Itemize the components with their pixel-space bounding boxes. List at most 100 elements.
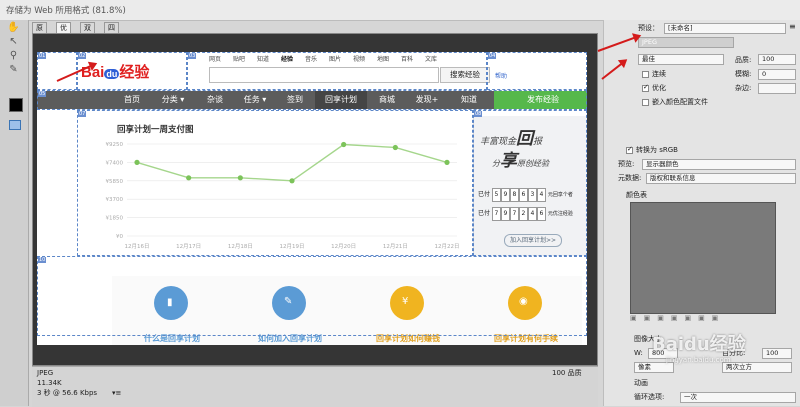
digit: 4 (527, 207, 537, 221)
x-tick-label: 12月20日 (331, 243, 356, 250)
top-link-video[interactable]: 视频 (353, 54, 365, 63)
srgb-checkbox[interactable] (626, 145, 633, 154)
info-size: 11.34K (37, 379, 62, 387)
top-link-music[interactable]: 音乐 (305, 54, 317, 63)
tab-optimized[interactable]: 优化 (56, 22, 71, 42)
data-point (134, 159, 140, 165)
stats-row1-suffix: 元回享个者 (547, 192, 573, 198)
y-tick-label: ¥7400 (106, 160, 124, 166)
loop-label: 循环选项: (634, 393, 665, 401)
info-menu-icon[interactable]: ▾≡ (112, 388, 121, 398)
help-link[interactable]: 帮助 (495, 71, 507, 80)
nav-zhidao[interactable]: 知道 (449, 91, 489, 109)
quality-preset-select[interactable]: 最佳 (638, 54, 724, 65)
step-label-earn[interactable]: 回享计划如何赚钱 (348, 333, 468, 344)
nav-mall[interactable]: 商城 (369, 91, 405, 109)
tab-original[interactable]: 原稿 (32, 22, 47, 42)
line-chart: ¥9250 ¥7400 ¥5850 ¥3700 ¥1850 ¥012月16日 12月17日 1… (106, 141, 460, 250)
digit: 8 (509, 188, 519, 202)
blur-input[interactable]: 0 (758, 69, 796, 80)
top-link-web[interactable]: 网页 (209, 54, 221, 63)
x-tick-label: 12月21日 (383, 243, 408, 250)
step-label-what[interactable]: 什么是回享计划 (112, 333, 232, 344)
format-select[interactable]: JPEG (638, 37, 734, 48)
data-point (392, 144, 398, 151)
color-table-tools[interactable]: ▣▣▣▣▣▣▣ (630, 314, 774, 324)
nav-signin[interactable]: 签到 (277, 91, 313, 109)
preset-select[interactable]: [未命名] (664, 23, 786, 34)
top-link-tieba[interactable]: 贴吧 (233, 54, 245, 63)
main-nav: 首页 分类 ▾ 杂谈 任务 ▾ 签到 回享计划 商城 发现+ 知道 发布经验 (37, 91, 587, 109)
eyedropper-color-swatch[interactable] (9, 98, 23, 112)
image-info-bar: JPEG 11.34K 3 秒 @ 56.6 Kbps ▾≡ 100 品质 (32, 366, 598, 407)
preview-label: 预览: (618, 160, 635, 168)
nav-share-plan[interactable]: 回享计划 (315, 91, 367, 109)
x-tick-label: 12月16日 (125, 243, 150, 250)
banner-big2: 享 (500, 151, 517, 171)
slice-select-tool-icon[interactable]: ↖ (7, 36, 20, 47)
top-link-jingyan[interactable]: 经验 (281, 54, 293, 63)
top-link-wenku[interactable]: 文库 (425, 54, 437, 63)
steps-row: ▮ ✎ ¥ ◉ 什么是回享计划 如何加入回享计划 回享计划如何赚钱 回享计划有何… (112, 276, 582, 345)
quality-label: 品质: (735, 56, 752, 64)
data-point (289, 178, 295, 184)
top-link-image[interactable]: 图片 (329, 54, 341, 63)
y-tick-label: ¥5850 (106, 179, 124, 185)
step-label-fees[interactable]: 回享计划有何手续 (466, 333, 586, 344)
digit: 2 (518, 207, 528, 221)
top-link-baike[interactable]: 百科 (401, 54, 413, 63)
blur-label: 模糊: (735, 70, 752, 78)
watermark-url: jingyan.baidu.com (666, 356, 731, 364)
join-plan-button[interactable]: 加入回享计划>> (504, 234, 562, 247)
data-point (341, 141, 347, 148)
nav-home[interactable]: 首页 (115, 91, 149, 109)
toggle-slices-icon[interactable] (9, 120, 21, 130)
nav-talk[interactable]: 杂谈 (197, 91, 233, 109)
top-link-zhidao[interactable]: 知道 (257, 54, 269, 63)
tab-4up[interactable]: 四联 (104, 22, 119, 42)
matte-select[interactable] (758, 83, 796, 94)
stats-row1-label: 已付 (478, 191, 491, 198)
srgb-label: 转换为 sRGB (636, 146, 678, 154)
nav-discover[interactable]: 发现+ (407, 91, 447, 109)
hand-tool-icon[interactable]: ✋ (7, 22, 20, 33)
edit-glyph: ✎ (284, 296, 293, 307)
search-button[interactable]: 搜索经验 (440, 67, 490, 83)
digit: 7 (491, 207, 501, 221)
embed-profile-label: 嵌入颜色配置文件 (652, 98, 708, 106)
color-table[interactable] (630, 202, 776, 314)
nav-task[interactable]: 任务 ▾ (235, 91, 275, 109)
digit: 6 (518, 188, 528, 202)
nav-category[interactable]: 分类 ▾ (151, 91, 195, 109)
x-tick-label: 12月18日 (228, 243, 253, 250)
preset-menu-icon[interactable]: ≡ (789, 22, 796, 31)
zoom-tool-icon[interactable]: ⚲ (7, 50, 20, 61)
data-point (237, 175, 243, 181)
progressive-label: 连续 (652, 70, 666, 78)
tab-2up[interactable]: 双联 (80, 22, 95, 42)
top-links: 网页 贴吧 知道 经验 音乐 图片 视频 地图 百科 文库 (209, 54, 449, 64)
window-title: 存储为 Web 所用格式 (81.8%) (6, 6, 126, 16)
info-quality: 100 品质 (552, 369, 582, 377)
chart-panel: 回享计划一周支付图 ¥9250 ¥7400 ¥5850 ¥3700 ¥1850 ¥0 12月… (77, 116, 469, 256)
search-input[interactable] (209, 67, 439, 83)
metadata-label: 元数据: (618, 174, 642, 182)
loop-select[interactable]: 一次 (680, 392, 796, 403)
progressive-checkbox[interactable] (642, 71, 649, 78)
chart-title: 回享计划一周支付图 (117, 125, 194, 135)
metadata-select[interactable]: 版权和联系信息 (646, 173, 796, 184)
digit: 7 (509, 207, 519, 221)
quality-input[interactable]: 100 (758, 54, 796, 65)
page-header: Bai du 经验 网页 贴吧 知道 经验 音乐 图片 视频 地图 百科 文库 搜索… (37, 52, 587, 90)
step-label-join[interactable]: 如何加入回享计划 (230, 333, 350, 344)
banner-line2b: 原创经验 (517, 159, 549, 168)
preset-label: 预设： (638, 24, 659, 32)
top-link-map[interactable]: 地图 (377, 54, 389, 63)
optimized-checkbox[interactable] (642, 83, 649, 92)
preview-select[interactable]: 显示器颜色 (642, 159, 796, 170)
eyedropper-tool-icon[interactable]: ✎ (7, 64, 20, 75)
width-label: W: (634, 349, 643, 357)
publish-button[interactable]: 发布经验 (494, 91, 587, 109)
matte-label: 杂边: (735, 84, 752, 92)
embed-profile-checkbox[interactable] (642, 99, 649, 106)
